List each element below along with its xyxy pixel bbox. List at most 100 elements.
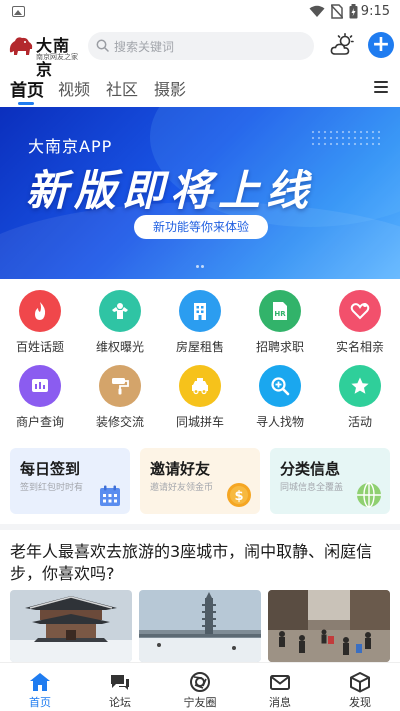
nav-messages[interactable]: 消息 [240,663,320,711]
grid-item-label: 实名相亲 [335,340,384,354]
search-placeholder: 搜索关键词 [114,40,175,54]
card-daily-checkin[interactable]: 每日签到 签到红包时时有 [10,448,130,514]
article-thumbnail-pagoda[interactable] [139,590,261,662]
nav-discover[interactable]: 发现 [320,663,400,711]
svg-text:$: $ [234,489,243,504]
nav-friends-circle[interactable]: 宁友圈 [160,663,240,711]
bottom-navigation: 首页 论坛 宁友圈 消息 发现 [0,662,400,711]
grid-icon-bg [99,290,141,332]
battery-charging-icon [349,4,358,19]
grid-icon-bg [19,365,61,407]
cube-icon [350,672,370,693]
grid-item-label: 寻人找物 [255,415,304,429]
status-bar: 9:15 [0,0,400,24]
weather-icon[interactable] [330,33,356,57]
grid-item-dating[interactable]: 实名相亲 [329,290,391,360]
search-icon [96,39,109,52]
lion-logo-icon [9,37,33,55]
grid-item-label: 商户查询 [15,415,64,429]
app-header: 大南京 南京网友之家 搜索关键词 + [0,24,400,79]
promo-banner[interactable]: 大南京APP 新版即将上线 新功能等你来体验 [0,107,400,279]
grid-item-label: 房屋租售 [175,340,224,354]
menu-icon[interactable] [374,81,388,93]
grid-item-carpool[interactable]: 同城拼车 [169,365,231,435]
magnifier-icon [271,377,290,396]
grid-icon-bg [179,290,221,332]
search-input[interactable]: 搜索关键词 [88,32,314,60]
nav-forum[interactable]: 论坛 [80,663,160,711]
tab-community[interactable]: 社区 [106,76,138,100]
grid-item-housing[interactable]: 房屋租售 [169,290,231,360]
card-subtitle: 邀请好友领金币 [150,483,214,493]
add-button[interactable]: + [368,32,394,58]
camera-circle-icon [190,672,210,692]
paint-roller-icon [112,378,129,395]
channel-tabs: 首页 视频 社区 摄影 [0,72,400,106]
banner-app-name: 大南京APP [28,137,113,156]
grid-icon-bg [339,290,381,332]
app-logo[interactable]: 大南京 南京网友之家 [8,30,82,79]
nav-label: 发现 [349,696,371,709]
grid-icon-bg [179,365,221,407]
flame-icon [35,302,46,320]
pagoda-in-snow-image [139,590,261,662]
section-divider [0,524,400,530]
card-classifieds[interactable]: 分类信息 同城信息全覆盖 [270,448,390,514]
home-icon [30,673,50,691]
card-title: 邀请好友 [150,460,211,478]
card-subtitle: 同城信息全覆盖 [280,483,344,493]
grid-item-label: 同城拼车 [175,415,224,429]
grid-item-events[interactable]: 活动 [329,365,391,435]
card-title: 分类信息 [280,460,341,478]
calendar-icon [100,485,120,506]
plus-icon: + [371,32,391,57]
tab-photography[interactable]: 摄影 [154,76,186,100]
tab-home[interactable]: 首页 [10,76,44,101]
globe-icon [357,482,381,508]
pavilion-in-snow-image [10,590,132,662]
grid-item-rights[interactable]: 维权曝光 [89,290,151,360]
grid-item-jobs[interactable]: HR 招聘求职 [249,290,311,360]
gallery-icon [12,6,25,17]
grid-icon-bg [339,365,381,407]
mail-icon [270,675,290,690]
card-title: 每日签到 [20,460,81,478]
grid-item-merchants[interactable]: 商户查询 [9,365,71,435]
heart-icon [350,303,370,320]
strongman-icon [112,303,128,319]
wifi-icon [309,5,325,17]
banner-cta-button[interactable]: 新功能等你来体验 [134,215,268,239]
article-thumbnail-street[interactable] [268,590,390,662]
chat-icon [111,675,129,690]
card-subtitle: 签到红包时时有 [20,483,84,493]
logo-tagline: 南京网友之家 [36,53,78,61]
grid-item-label: 维权曝光 [95,340,144,354]
banner-page-indicator [196,265,206,268]
nav-home[interactable]: 首页 [0,663,80,711]
taxi-icon [192,378,208,395]
article-thumbnail-pavilion[interactable] [10,590,132,662]
active-tab-indicator [18,102,34,105]
grid-item-lost-found[interactable]: 寻人找物 [249,365,311,435]
nav-label: 宁友圈 [183,696,217,709]
grid-item-topics[interactable]: 百姓话题 [9,290,71,360]
nav-label: 首页 [29,696,51,709]
grid-item-decoration[interactable]: 装修交流 [89,365,151,435]
article-title[interactable]: 老年人最喜欢去旅游的3座城市，闹中取静、闲庭信步，你喜欢吗? [10,541,390,585]
banner-dot-pattern [310,129,380,149]
hr-icon: HR [273,302,287,320]
nav-label: 消息 [269,696,291,709]
star-icon [351,377,369,394]
card-invite-friends[interactable]: 邀请好友 邀请好友领金币 $ [140,448,260,514]
banner-headline: 新版即将上线 [26,166,315,215]
grid-icon-bg [19,290,61,332]
crowded-street-image [268,590,390,662]
grid-item-label: 活动 [347,415,372,429]
grid-icon-bg [99,365,141,407]
grid-item-label: 招聘求职 [255,340,304,354]
grid-item-label: 装修交流 [95,415,144,429]
tab-video[interactable]: 视频 [58,76,90,100]
svg-text:HR: HR [274,310,286,318]
grid-icon-bg: HR [259,290,301,332]
nav-label: 论坛 [109,696,131,709]
